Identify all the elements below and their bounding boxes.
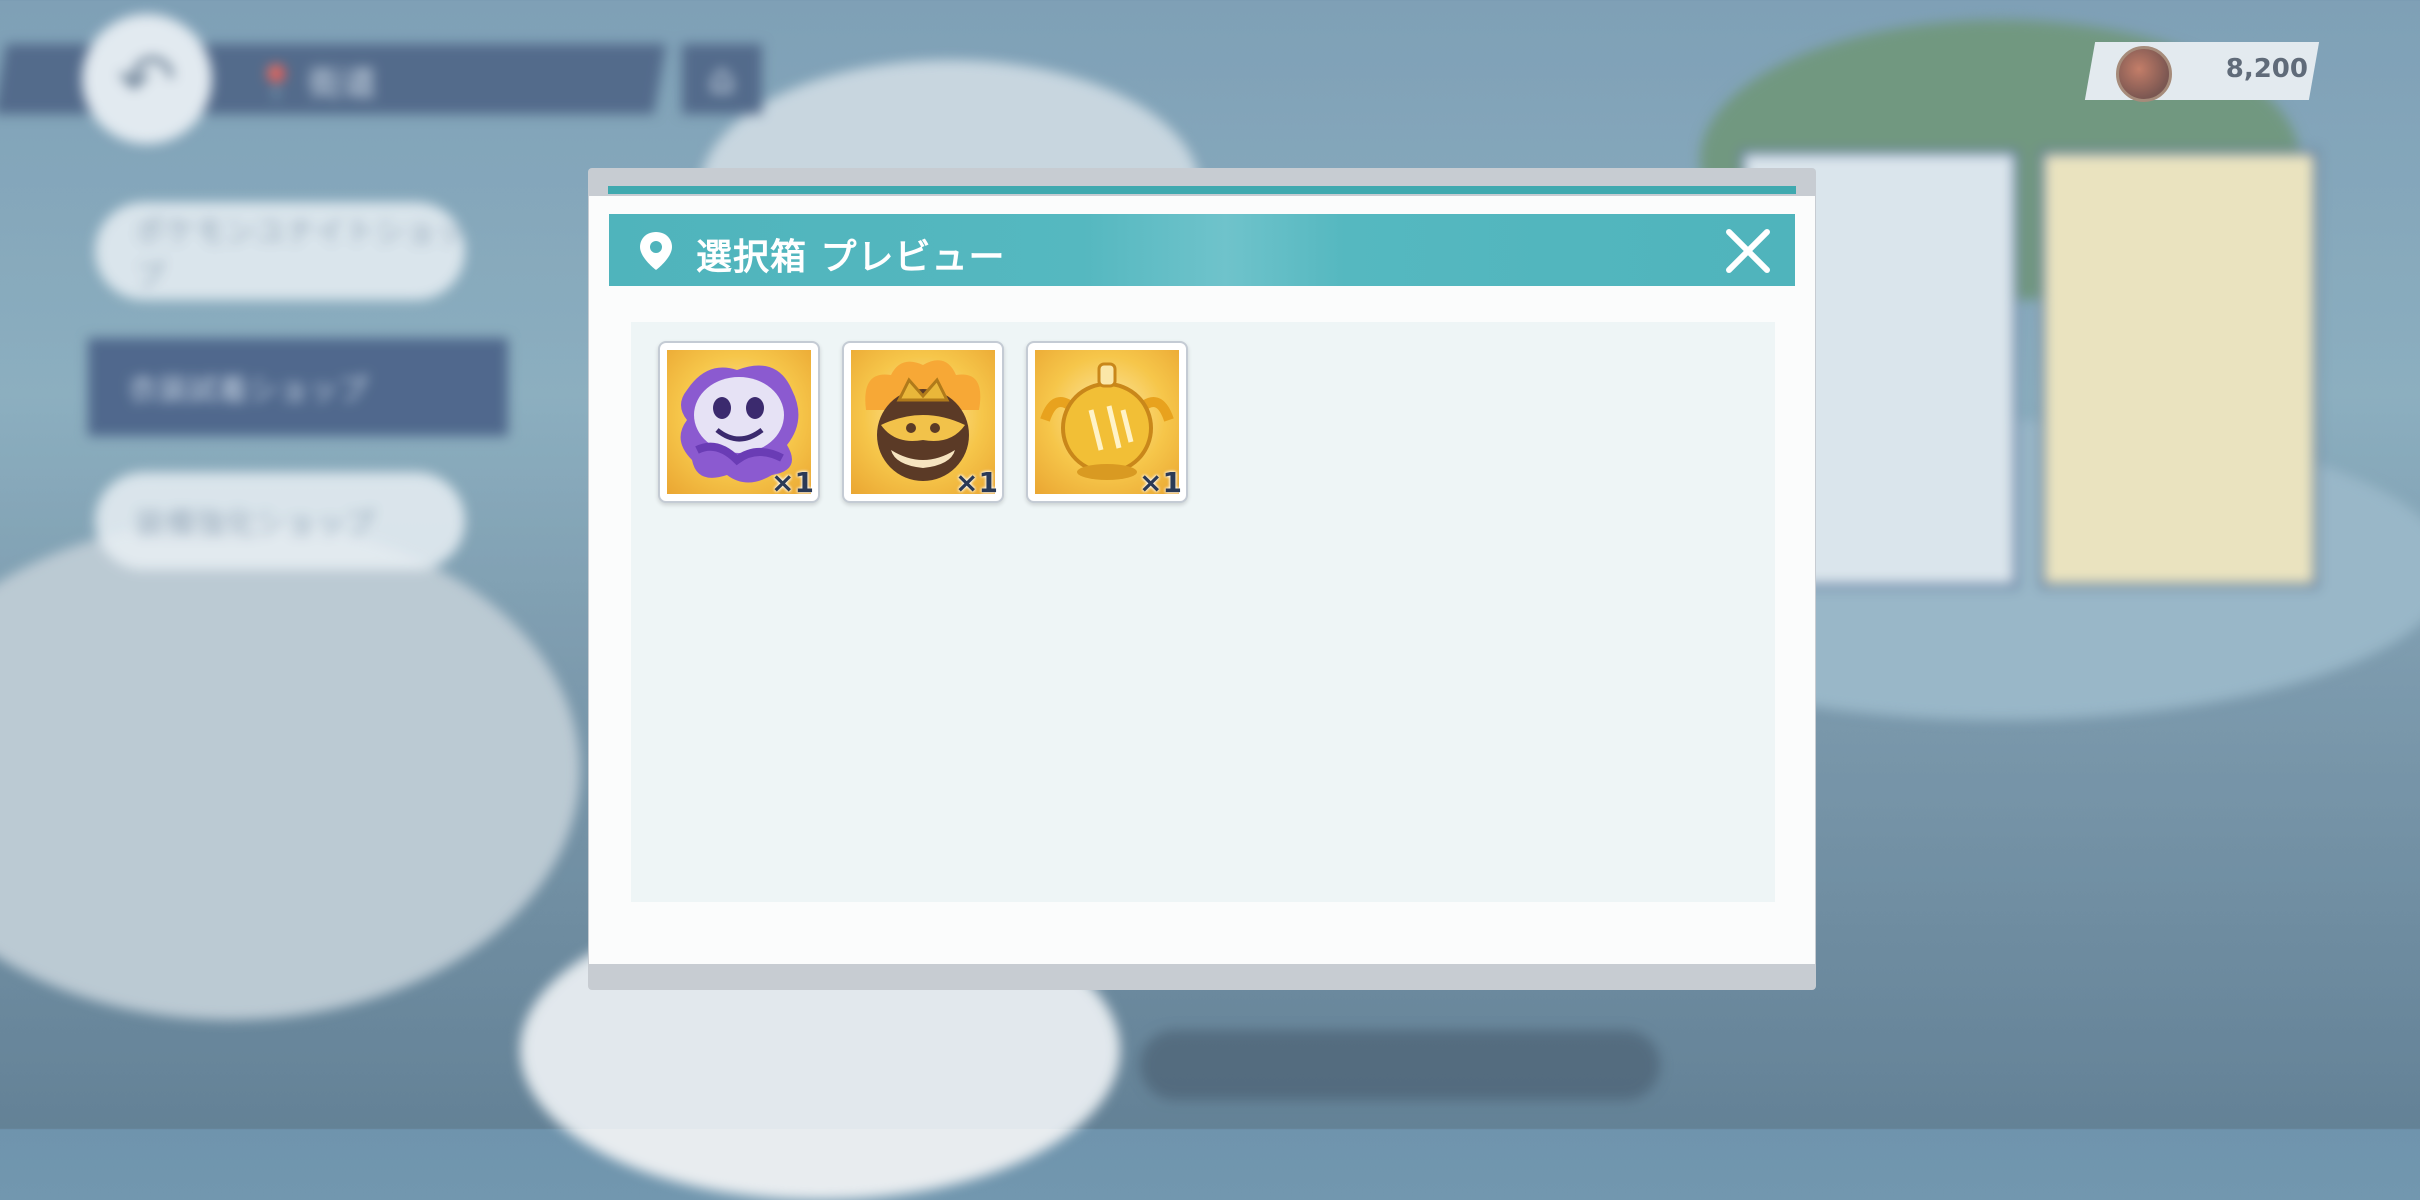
- item-slot-2[interactable]: ×1: [842, 341, 1004, 503]
- modal-title: 選択箱 プレビュー: [696, 237, 1006, 278]
- item-slot-1[interactable]: ×1: [658, 341, 820, 503]
- close-icon[interactable]: [1721, 224, 1775, 278]
- item-quantity: ×1: [955, 466, 998, 499]
- modal-accent-line: [608, 186, 1796, 194]
- modal-header: 選択箱 プレビュー: [609, 214, 1795, 286]
- item-quantity: ×1: [1139, 466, 1182, 499]
- item-slot-3[interactable]: ×1: [1026, 341, 1188, 503]
- map-pin-icon: [640, 232, 672, 270]
- item-quantity: ×1: [771, 466, 814, 499]
